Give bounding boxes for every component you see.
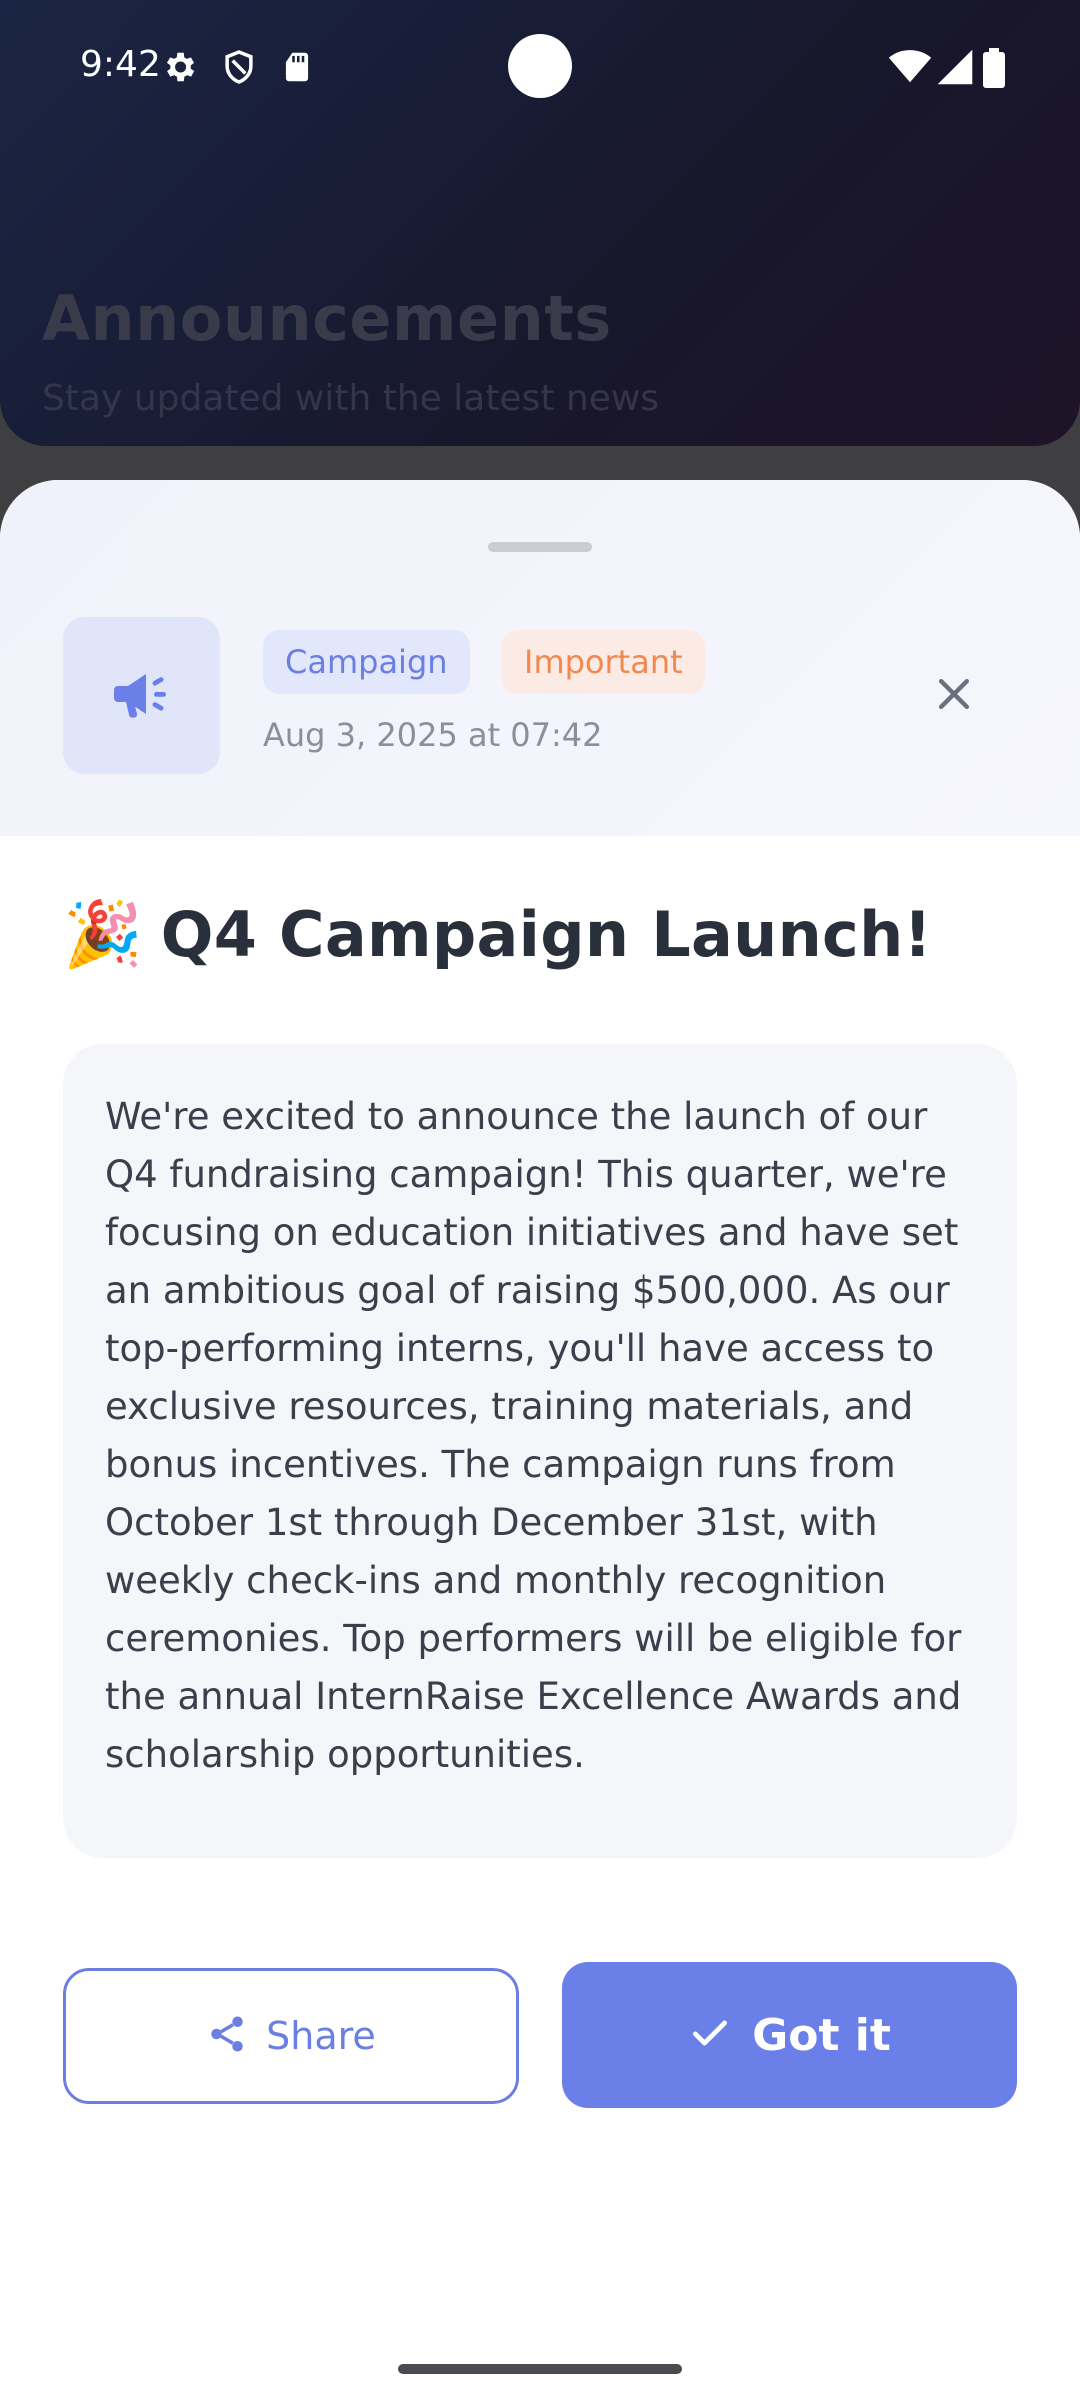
status-bar: 9:42 <box>0 0 1080 130</box>
status-time: 9:42 <box>80 44 161 85</box>
shield-icon <box>220 48 258 86</box>
got-it-button-label: Got it <box>752 2009 891 2061</box>
gesture-nav-bar[interactable] <box>398 2364 682 2374</box>
drag-handle[interactable] <box>488 542 592 552</box>
announcement-title-row: 🎉 Q4 Campaign Launch! <box>63 898 932 971</box>
share-button[interactable]: Share <box>63 1968 519 2104</box>
battery-icon <box>982 48 1008 88</box>
share-button-label: Share <box>266 2014 376 2058</box>
screen: Announcements Stay updated with the late… <box>0 0 1080 2400</box>
share-icon <box>206 2013 248 2059</box>
announcement-sheet: Campaign Important Aug 3, 2025 at 07:42 … <box>0 480 1080 2400</box>
announcement-icon-box <box>63 617 220 774</box>
background-page-title: Announcements <box>42 282 612 355</box>
signal-icon <box>936 48 974 86</box>
announcement-title: Q4 Campaign Launch! <box>160 898 933 971</box>
got-it-button[interactable]: Got it <box>562 1962 1017 2108</box>
background-page-subtitle: Stay updated with the latest news <box>42 378 660 419</box>
announcement-date: Aug 3, 2025 at 07:42 <box>263 716 603 754</box>
tag-important: Important <box>502 630 705 694</box>
close-icon <box>932 672 976 720</box>
announcement-body-text: We're excited to announce the launch of … <box>105 1095 962 1776</box>
megaphone-icon <box>110 662 174 730</box>
sd-card-icon <box>278 48 316 86</box>
gear-icon <box>160 48 198 86</box>
check-icon <box>688 2011 732 2059</box>
announcement-body-card: We're excited to announce the launch of … <box>63 1044 1017 1858</box>
close-button[interactable] <box>916 658 992 734</box>
tag-campaign: Campaign <box>263 630 470 694</box>
wifi-icon <box>888 48 932 86</box>
camera-cutout <box>508 34 572 98</box>
party-popper-icon: 🎉 <box>63 897 143 972</box>
